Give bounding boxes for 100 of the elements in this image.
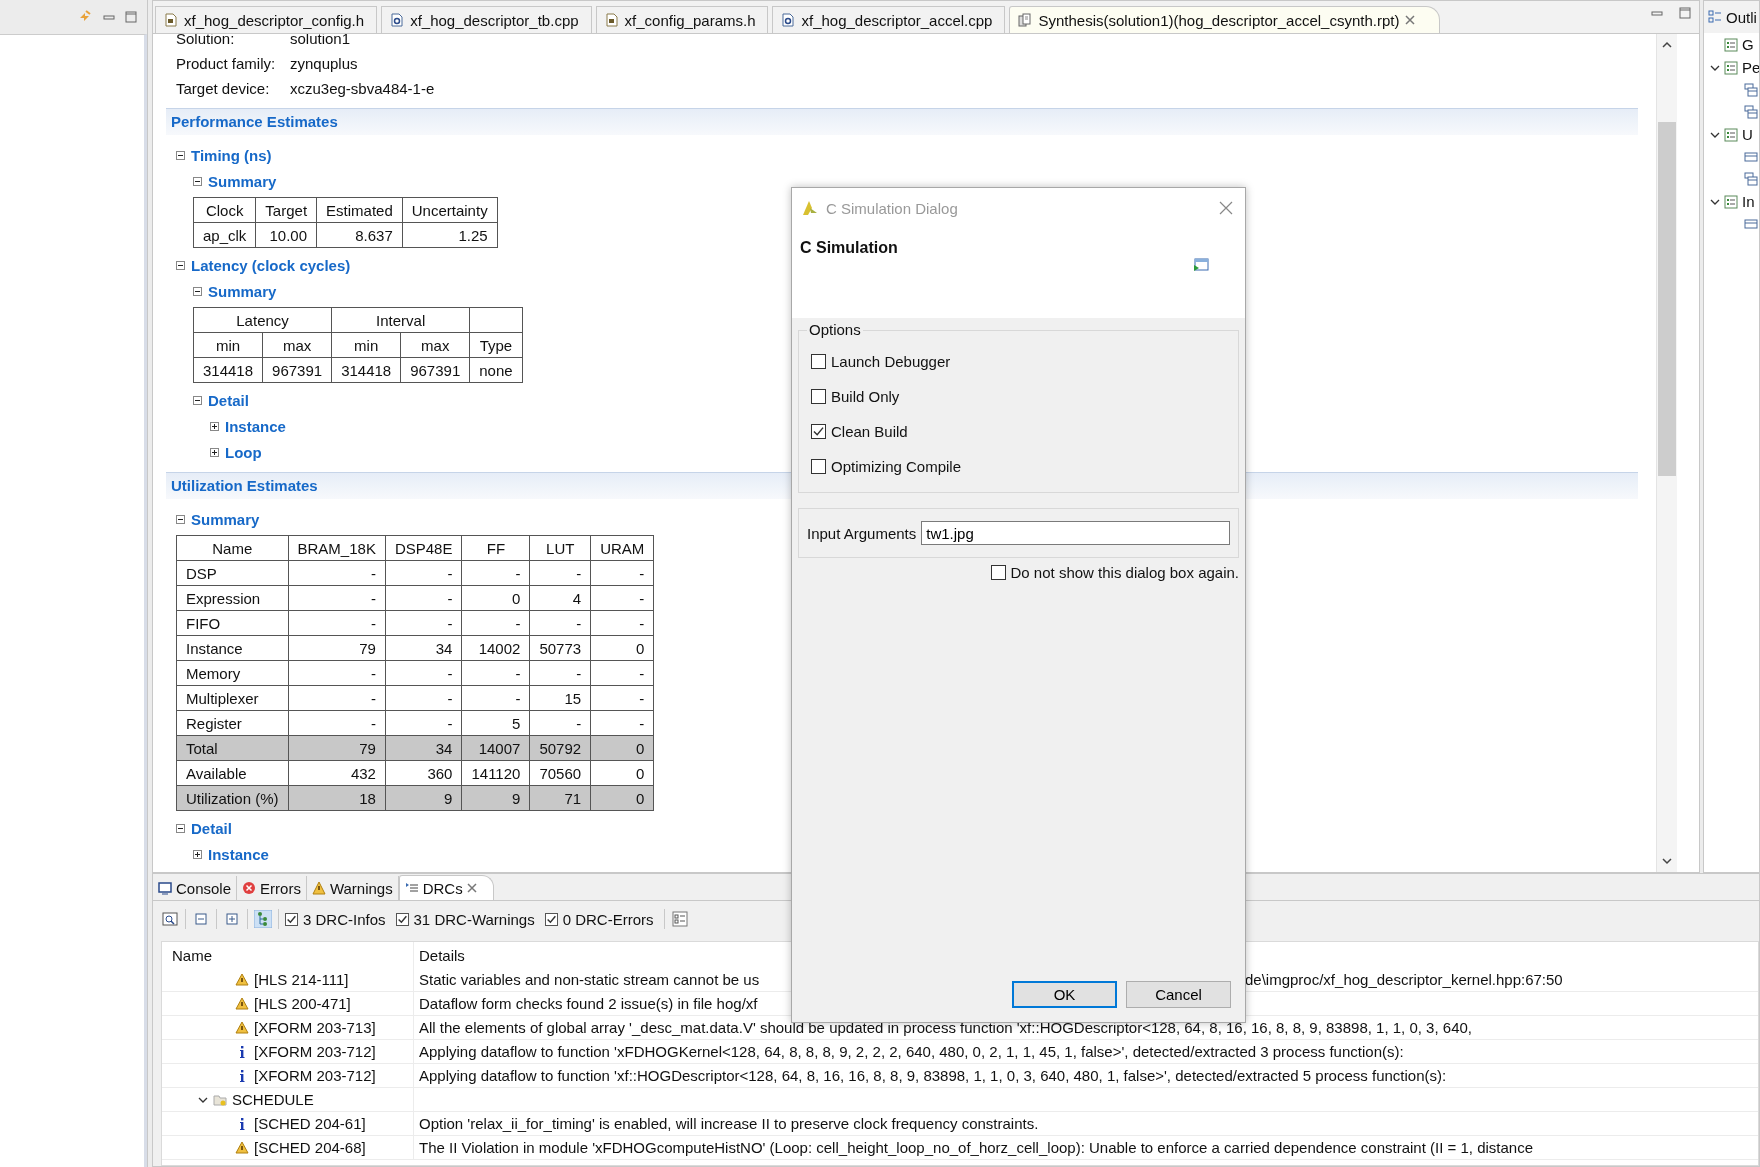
- group-label: Options: [807, 321, 863, 338]
- option-checkbox[interactable]: Clean Build: [811, 414, 1238, 449]
- group-name[interactable]: SCHEDULE: [232, 1091, 314, 1108]
- column-header[interactable]: Name: [162, 942, 414, 968]
- dont-show-checkbox[interactable]: Do not show this dialog box again.: [990, 564, 1239, 581]
- message-id[interactable]: [XFORM 203-712]: [254, 1043, 376, 1060]
- field-value: solution1: [290, 34, 351, 47]
- settings-list-icon[interactable]: [670, 910, 689, 928]
- table-cell: -: [461, 660, 530, 686]
- editor-tab[interactable]: xf_config_params.h: [595, 6, 769, 33]
- list-icon[interactable]: [1744, 150, 1758, 164]
- filter-checkbox[interactable]: 3 DRC-Infos: [285, 910, 386, 928]
- table-cell: 0: [590, 760, 654, 786]
- outline-item[interactable]: Pe: [1742, 59, 1759, 76]
- tree-heading[interactable]: Summary: [208, 282, 277, 300]
- list-icon: [1724, 127, 1738, 142]
- table-cell: 10.00: [255, 222, 317, 248]
- column-header[interactable]: Details: [414, 942, 1758, 968]
- table-cell: -: [590, 660, 654, 686]
- scroll-up-icon[interactable]: [1662, 40, 1672, 50]
- table-cell: Multiplexer: [176, 685, 289, 711]
- option-checkbox[interactable]: Launch Debugger: [811, 344, 1238, 379]
- column-header: Clock: [193, 197, 256, 223]
- table-icon[interactable]: [1744, 83, 1758, 97]
- editor-tab[interactable]: xf_hog_descriptor_config.h: [155, 6, 378, 33]
- editor-tab[interactable]: xf_hog_descriptor_tb.cpp: [381, 6, 592, 33]
- toggle-icon[interactable]: [210, 421, 219, 431]
- editor-tab[interactable]: Synthesis(solution1)(hog_descriptor_accel_csynth.rpt): [1009, 6, 1441, 33]
- tree-heading[interactable]: Instance: [208, 845, 269, 863]
- message-id[interactable]: [SCHED 204-68]: [254, 1139, 366, 1156]
- table-cell: 432: [288, 760, 386, 786]
- outline-item[interactable]: In: [1742, 193, 1755, 210]
- message-text: Option 'relax_ii_for_timing' is enabled, will increase II to preserve clock frequency constraints.: [419, 1115, 1040, 1132]
- panel-tab[interactable]: Errors: [237, 876, 307, 900]
- toggle-icon[interactable]: [176, 260, 185, 270]
- tree-heading[interactable]: Summary: [191, 510, 260, 528]
- option-checkbox[interactable]: Build Only: [811, 379, 1238, 414]
- table-cell: -: [385, 585, 462, 611]
- expand-all-icon[interactable]: [223, 910, 241, 928]
- outline-item[interactable]: G: [1742, 36, 1754, 53]
- table-cell: -: [385, 660, 462, 686]
- editor-tab[interactable]: xf_hog_descriptor_accel.cpp: [772, 6, 1006, 33]
- toggle-icon[interactable]: [176, 823, 185, 833]
- list-icon: [1724, 60, 1738, 75]
- monitor-icon: [158, 881, 172, 895]
- view-icon[interactable]: [161, 910, 179, 928]
- scroll-thumb[interactable]: [1658, 122, 1676, 476]
- close-icon[interactable]: [1219, 201, 1233, 215]
- table-icon[interactable]: [1744, 172, 1758, 186]
- tree-heading[interactable]: Latency (clock cycles): [191, 256, 351, 274]
- tree-heading[interactable]: Loop: [225, 443, 262, 461]
- message-id[interactable]: [SCHED 204-61]: [254, 1115, 366, 1132]
- list-icon[interactable]: [1744, 217, 1758, 231]
- tree-heading[interactable]: Detail: [208, 391, 249, 409]
- toggle-icon[interactable]: [176, 150, 185, 160]
- table-cell: 967391: [262, 357, 332, 383]
- close-icon[interactable]: [466, 883, 477, 893]
- hierarchy-toggle-icon[interactable]: [254, 910, 272, 928]
- table-cell: FIFO: [176, 610, 289, 636]
- maximize-icon[interactable]: [125, 11, 137, 23]
- tree-heading[interactable]: Summary: [208, 172, 277, 190]
- input-field[interactable]: tw1.jpg: [921, 521, 1230, 545]
- column-header: Interval: [331, 307, 470, 333]
- toggle-icon[interactable]: [193, 849, 202, 859]
- toggle-icon[interactable]: [193, 176, 202, 186]
- outline-tab[interactable]: Outli: [1704, 1, 1759, 33]
- panel-tab[interactable]: DRCs: [398, 875, 494, 900]
- list-icon: [1724, 194, 1738, 209]
- table-cell: Instance: [176, 635, 289, 661]
- table-cell: -: [590, 710, 654, 736]
- source-file-icon: [390, 13, 405, 27]
- toggle-icon[interactable]: [210, 447, 219, 457]
- column-header: DSP48E: [385, 535, 462, 561]
- ok-button[interactable]: OK: [1012, 981, 1117, 1008]
- outline-icon: [1708, 10, 1722, 24]
- message-text: Applying dataflow to function 'xFDHOGKernel<128, 64, 8, 8, 8, 9, 2, 2, 2, 640, 480, 0, 2, 1, 1, 45, 1, false>', detected/extracted 3 process function(s):: [419, 1043, 1404, 1060]
- panel-tab[interactable]: Console: [153, 876, 238, 900]
- panel-tab[interactable]: Warnings: [306, 876, 399, 900]
- tree-heading[interactable]: Timing (ns): [191, 146, 272, 164]
- outline-item[interactable]: U: [1742, 126, 1753, 143]
- maximize-icon[interactable]: [1679, 7, 1691, 19]
- filter-checkbox[interactable]: 0 DRC-Errors: [544, 910, 654, 928]
- toggle-icon[interactable]: [193, 395, 202, 405]
- collapse-all-icon[interactable]: [192, 910, 210, 928]
- toggle-icon[interactable]: [176, 514, 185, 524]
- message-id[interactable]: [HLS 200-471]: [254, 995, 351, 1012]
- message-id[interactable]: [XFORM 203-712]: [254, 1067, 376, 1084]
- scrollbar[interactable]: [1656, 34, 1677, 872]
- toggle-icon[interactable]: [193, 286, 202, 296]
- tree-heading[interactable]: Detail: [191, 819, 232, 837]
- table-cell: 34: [385, 635, 462, 661]
- cancel-button[interactable]: Cancel: [1126, 981, 1231, 1008]
- close-icon[interactable]: [1405, 15, 1416, 25]
- table-icon[interactable]: [1744, 105, 1758, 119]
- message-id[interactable]: [HLS 214-111]: [254, 971, 349, 988]
- message-id[interactable]: [XFORM 203-713]: [254, 1019, 376, 1036]
- filter-checkbox[interactable]: 31 DRC-Warnings: [395, 910, 535, 928]
- tree-heading[interactable]: Instance: [225, 417, 286, 435]
- scroll-down-icon[interactable]: [1662, 856, 1672, 866]
- table-cell: -: [590, 610, 654, 636]
